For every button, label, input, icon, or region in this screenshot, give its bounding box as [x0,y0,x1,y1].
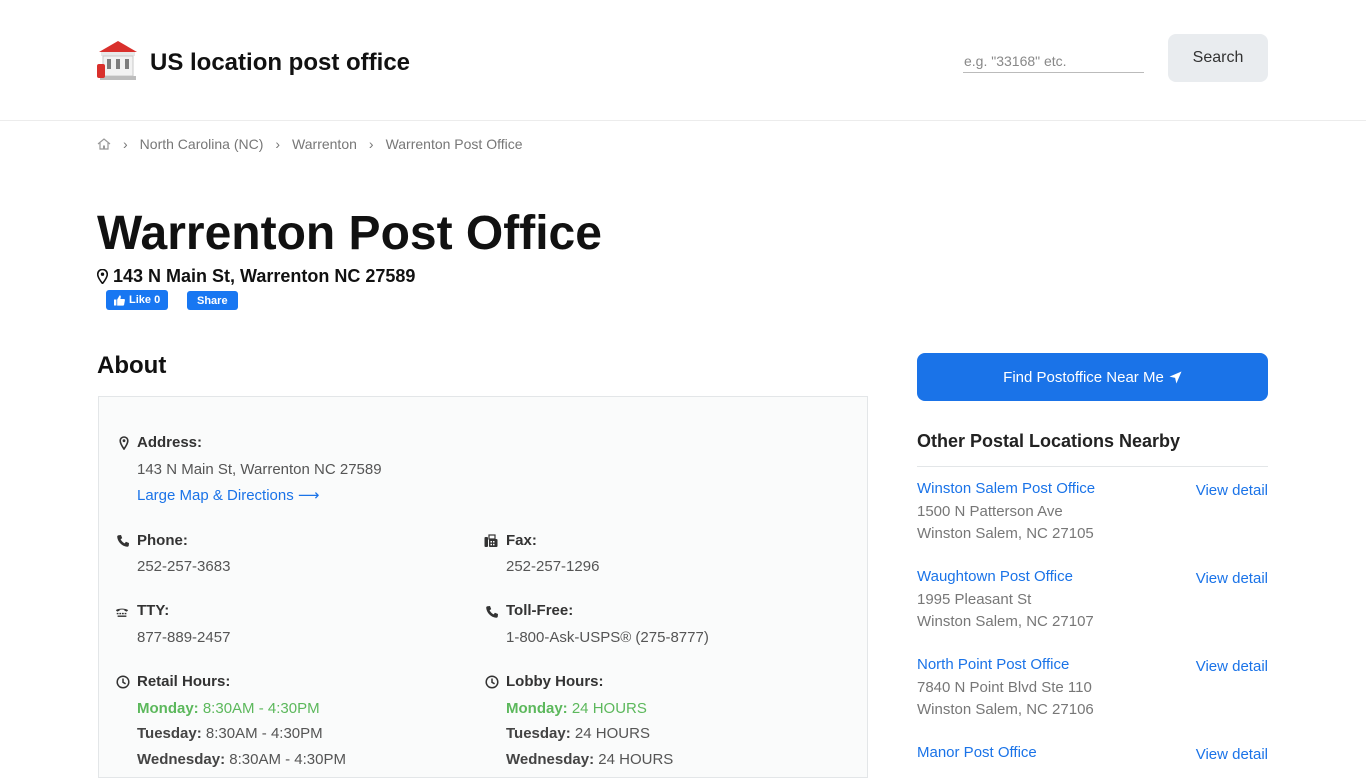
lobby-hours-day: Wednesday: [506,751,595,768]
find-postoffice-near-me-label: Find Postoffice Near Me [1003,368,1164,386]
lobby-hours-time: 24 HOURS [571,700,647,717]
about-card: Address: 143 N Main St, Warrenton NC 275… [98,396,868,778]
address-label: Address: [137,434,203,451]
site-header: US location post office Search [0,0,1366,121]
breadcrumb-link-city[interactable]: Warrenton [292,136,357,152]
nearby-location-city: Winston Salem, NC 27107 [917,613,1094,630]
retail-hours-time: 8:30AM - 4:30PM [202,700,320,717]
phone-icon [486,606,498,618]
retail-hours-time: 8:30AM - 4:30PM [205,725,323,742]
map-marker-icon [97,268,108,284]
fax-label: Fax: [506,532,537,549]
nearby-location-name-link[interactable]: North Point Post Office [917,656,1069,674]
thumbs-up-icon [114,294,125,306]
breadcrumb: › North Carolina (NC) › Warrenton › Warr… [97,134,523,154]
search-input[interactable] [963,50,1144,73]
breadcrumb-current: Warrenton Post Office [385,136,523,152]
page-address: 143 N Main St, Warrenton NC 27589 [97,265,415,287]
map-marker-icon [119,436,129,450]
view-detail-link[interactable]: View detail [1196,482,1268,500]
nearby-heading: Other Postal Locations Nearby [917,431,1181,451]
nearby-location-city: Winston Salem, NC 27105 [917,525,1094,542]
retail-hours-day: Monday: [137,700,199,717]
arrow-right-icon: ⟶ [297,487,320,504]
address-value: 143 N Main St, Warrenton NC 27589 [137,461,382,478]
site-title[interactable]: US location post office [150,48,410,78]
phone-icon [117,535,129,547]
map-directions-link[interactable]: Large Map & Directions ⟶ [137,487,319,505]
location-arrow-icon [1169,371,1182,383]
phone-value[interactable]: 252-257-3683 [137,558,230,576]
search-button[interactable]: Search [1168,34,1268,82]
view-detail-link[interactable]: View detail [1196,746,1268,764]
fax-value: 252-257-1296 [506,558,600,575]
nearby-location-name-link[interactable]: Manor Post Office [917,744,1037,762]
retail-hours-time: 8:30AM - 4:30PM [229,751,346,768]
breadcrumb-separator: › [123,136,128,152]
facebook-like-button[interactable]: Like 0 [106,290,169,310]
facebook-like-label: Like 0 [129,294,161,306]
breadcrumb-separator: › [275,136,281,152]
breadcrumb-separator: › [368,136,374,152]
page-title: Warrenton Post Office [97,207,602,260]
nearby-location-city: Winston Salem, NC 27106 [917,701,1094,718]
tty-value[interactable]: 877-889-2457 [137,629,230,647]
breadcrumb-link-state[interactable]: North Carolina (NC) [140,136,264,152]
home-icon[interactable] [97,137,111,151]
lobby-hours-day: Tuesday: [506,725,571,742]
nearby-location-street: 7840 N Point Blvd Ste 110 [917,679,1092,696]
find-postoffice-near-me-button[interactable]: Find Postoffice Near Me [917,353,1268,401]
lobby-hours-time: 24 HOURS [598,751,674,768]
nearby-divider [917,466,1268,467]
retail-hours-day: Tuesday: [137,725,202,742]
retail-hours-row: Monday: 8:30AM - 4:30PM [137,700,320,718]
nearby-location-street: 1995 Pleasant St [917,591,1032,608]
tollfree-value[interactable]: 1-800-Ask-USPS® (275-8777) [506,629,709,647]
page-address-text: 143 N Main St, Warrenton NC 27589 [113,266,416,286]
nearby-location-street: 1500 N Patterson Ave [917,503,1063,520]
clock-icon [116,675,130,689]
nearby-location-name-link[interactable]: Winston Salem Post Office [917,480,1095,498]
nearby-location-name-link[interactable]: Waughtown Post Office [917,568,1073,586]
lobby-hours-row: Tuesday: 24 HOURS [506,725,650,743]
retail-hours-day: Wednesday: [137,751,226,768]
phone-label: Phone: [137,532,188,549]
retail-hours-row: Wednesday: 8:30AM - 4:30PM [137,751,346,769]
tty-label: TTY: [137,602,170,619]
lobby-hours-row: Monday: 24 HOURS [506,700,647,718]
view-detail-link[interactable]: View detail [1196,570,1268,588]
clock-icon [485,675,499,689]
retail-hours-label: Retail Hours: [137,673,231,690]
about-heading: About [97,352,167,379]
fax-icon [484,534,498,547]
tollfree-label: Toll-Free: [506,602,574,619]
post-office-logo-icon[interactable] [97,40,139,80]
lobby-hours-label: Lobby Hours: [506,673,604,690]
facebook-share-button[interactable]: Share [187,291,238,310]
lobby-hours-time: 24 HOURS [574,725,650,742]
lobby-hours-row: Wednesday: 24 HOURS [506,751,673,769]
lobby-hours-day: Monday: [506,700,568,717]
view-detail-link[interactable]: View detail [1196,658,1268,676]
facebook-share-label: Share [197,294,228,307]
tty-icon [115,608,129,617]
retail-hours-row: Tuesday: 8:30AM - 4:30PM [137,725,323,743]
map-directions-link-text: Large Map & Directions [137,487,294,504]
